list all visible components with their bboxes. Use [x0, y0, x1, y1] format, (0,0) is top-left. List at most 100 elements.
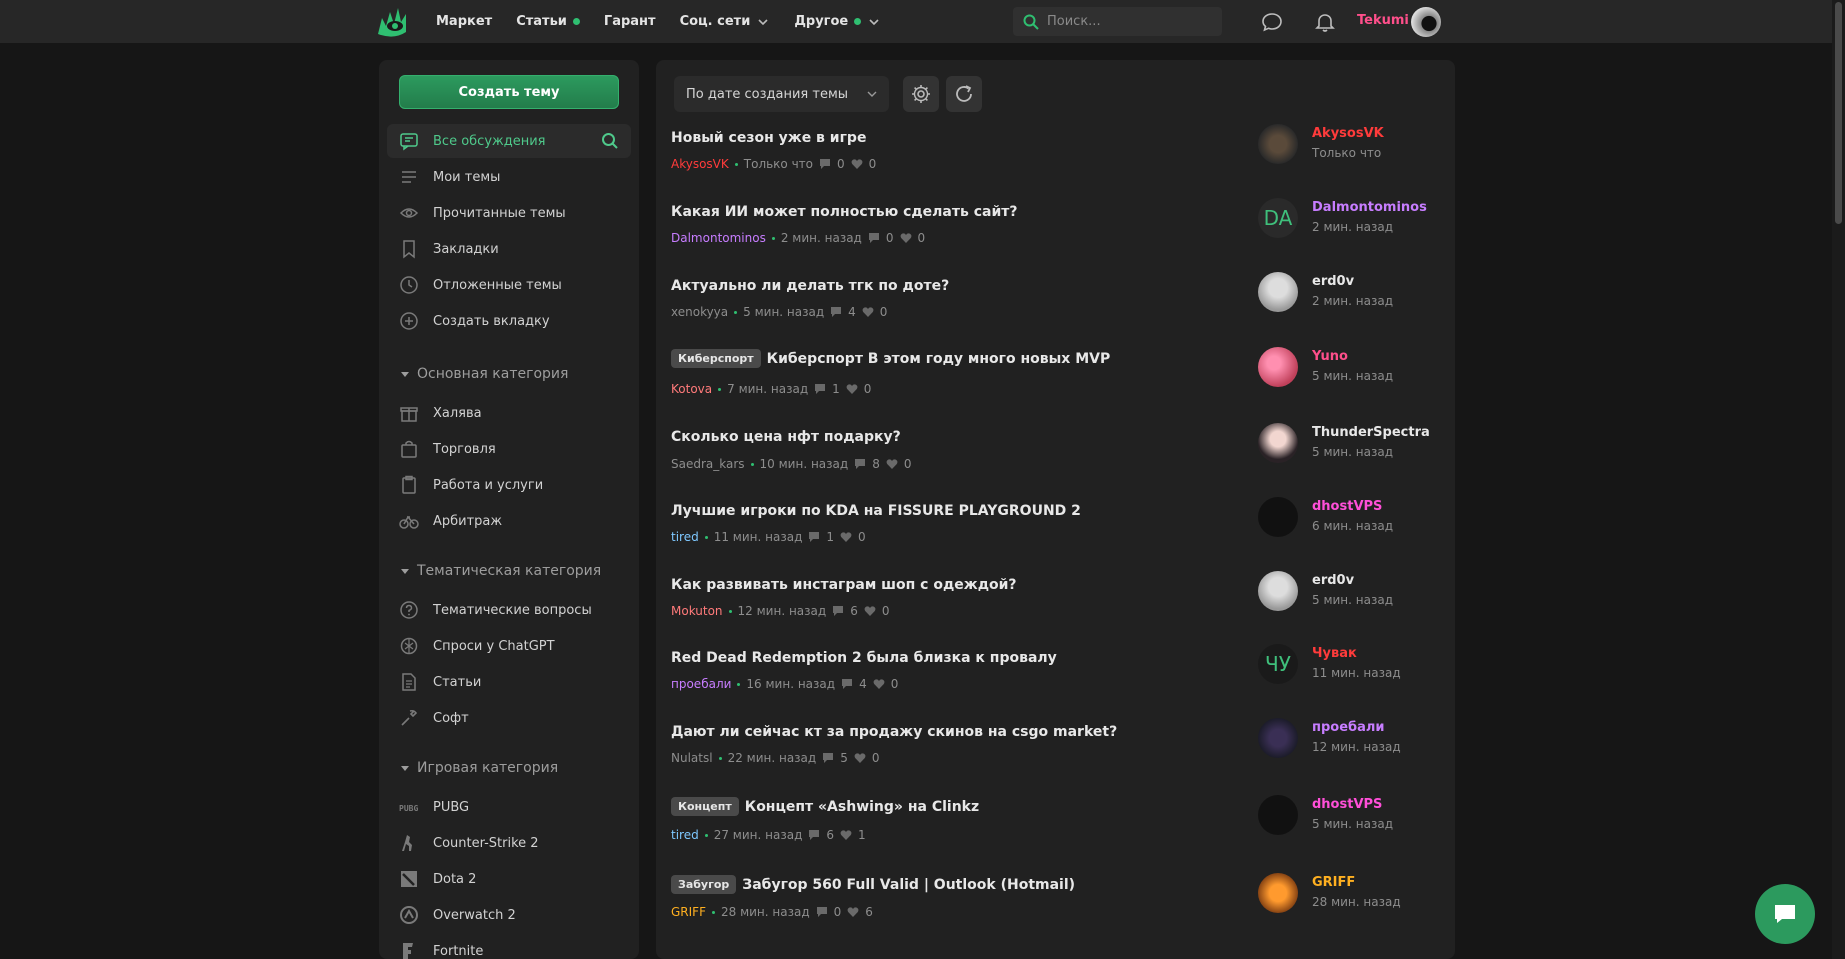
thread-author[interactable]: Mokuton — [671, 604, 723, 618]
search-input[interactable] — [1047, 14, 1207, 29]
sidebar-item-fortnite[interactable]: Fortnite — [387, 934, 631, 959]
thread-title-text[interactable]: Актуально ли делать тгк по доте? — [671, 278, 949, 294]
thread-author[interactable]: Saedra_kars — [671, 457, 745, 471]
nav-item-other[interactable]: Другое — [794, 14, 881, 29]
thread-title[interactable]: Концепт Концепт «Ashwing» на Clinkz — [671, 797, 979, 816]
last-poster-name[interactable]: ThunderSpectra — [1312, 425, 1430, 440]
create-thread-button[interactable]: Создать тему — [399, 75, 619, 109]
thread-title[interactable]: Актуально ли делать тгк по доте? — [671, 278, 949, 294]
thread-title[interactable]: Как развивать инстаграм шоп с одеждой? — [671, 577, 1017, 593]
sidebar-item-software[interactable]: Софт — [387, 701, 631, 735]
sidebar-item-arbitrage[interactable]: Арбитраж — [387, 504, 631, 538]
thread-row[interactable]: Новый сезон уже в игре AkysosVK Только что… — [656, 120, 1455, 194]
page-scrollbar[interactable] — [1832, 0, 1845, 959]
avatar[interactable] — [1258, 124, 1298, 164]
sidebar-item-trade[interactable]: Торговля — [387, 432, 631, 466]
thread-row[interactable]: Какая ИИ может полностью сделать сайт? Da… — [656, 194, 1455, 268]
current-username[interactable]: Tekumi — [1357, 13, 1409, 28]
nav-item-guarantor[interactable]: Гарант — [604, 14, 656, 29]
last-poster-name[interactable]: dhostVPS — [1312, 797, 1382, 812]
thread-row[interactable]: Концепт Концепт «Ashwing» на Clinkz tired 2… — [656, 791, 1455, 865]
thread-author[interactable]: xenokyya — [671, 305, 728, 319]
sidebar-item-questions[interactable]: Тематические вопросы — [387, 593, 631, 627]
thread-author[interactable]: проебали — [671, 677, 731, 691]
thread-title[interactable]: Новый сезон уже в игре — [671, 130, 866, 146]
category-header-thematic[interactable]: Тематическая категория — [401, 563, 601, 579]
avatar[interactable] — [1258, 718, 1298, 758]
thread-row[interactable]: Red Dead Redemption 2 была близка к пров… — [656, 640, 1455, 714]
thread-author[interactable]: AkysosVK — [671, 157, 729, 171]
nav-item-social[interactable]: Соц. сети — [680, 14, 771, 29]
avatar[interactable]: DA — [1258, 198, 1298, 238]
thread-row[interactable]: Лучшие игроки по KDA на FISSURE PLAYGROU… — [656, 493, 1455, 567]
avatar[interactable] — [1258, 423, 1298, 463]
thread-author[interactable]: GRIFF — [671, 905, 706, 919]
sidebar-item-deferred[interactable]: Отложенные темы — [387, 268, 631, 302]
thread-author[interactable]: Nulatsl — [671, 751, 713, 765]
last-poster-name[interactable]: erd0v — [1312, 573, 1354, 588]
thread-author[interactable]: tired — [671, 530, 699, 544]
last-poster-name[interactable]: AkysosVK — [1312, 126, 1384, 141]
search-icon[interactable] — [601, 132, 619, 150]
thread-title[interactable]: Red Dead Redemption 2 была близка к пров… — [671, 650, 1057, 666]
sidebar-item-my-threads[interactable]: Мои темы — [387, 160, 631, 194]
chat-button[interactable] — [1755, 884, 1815, 944]
scrollbar-thumb[interactable] — [1835, 2, 1842, 224]
avatar[interactable] — [1258, 497, 1298, 537]
thread-title-text[interactable]: Концепт «Ashwing» на Clinkz — [745, 799, 979, 815]
thread-title[interactable]: Сколько цена нфт подарку? — [671, 429, 901, 445]
thread-title-text[interactable]: Киберспорт В этом году много новых MVP — [767, 351, 1111, 367]
last-poster-name[interactable]: Dalmontominos — [1312, 200, 1427, 215]
thread-title[interactable]: Дают ли сейчас кт за продажу скинов на c… — [671, 724, 1117, 740]
thread-title[interactable]: Киберспорт Киберспорт В этом году много н… — [671, 349, 1110, 368]
thread-title-text[interactable]: Забугор 560 Full Valid | Outlook (Hotmai… — [742, 877, 1075, 893]
thread-row[interactable]: Дают ли сейчас кт за продажу скинов на c… — [656, 714, 1455, 788]
thread-author[interactable]: Dalmontominos — [671, 231, 766, 245]
avatar[interactable] — [1258, 873, 1298, 913]
sidebar-item-bookmarks[interactable]: Закладки — [387, 232, 631, 266]
last-poster-name[interactable]: Yuno — [1312, 349, 1348, 364]
user-avatar[interactable] — [1411, 7, 1441, 37]
thread-row[interactable]: Актуально ли делать тгк по доте? xenokyya… — [656, 268, 1455, 342]
avatar[interactable]: ЧУ — [1258, 644, 1298, 684]
nav-item-articles[interactable]: Статьи — [516, 14, 580, 29]
thread-row[interactable]: Как развивать инстаграм шоп с одеждой? Mo… — [656, 567, 1455, 641]
sidebar-item-overwatch2[interactable]: Overwatch 2 — [387, 898, 631, 932]
bell-icon[interactable] — [1313, 10, 1337, 34]
thread-title-text[interactable]: Сколько цена нфт подарку? — [671, 429, 901, 445]
sidebar-item-pubg[interactable]: PUBG PUBG — [387, 790, 631, 824]
last-poster-name[interactable]: erd0v — [1312, 274, 1354, 289]
thread-author[interactable]: tired — [671, 828, 699, 842]
settings-button[interactable] — [903, 76, 939, 112]
category-header-games[interactable]: Игровая категория — [401, 760, 558, 776]
thread-title[interactable]: Забугор Забугор 560 Full Valid | Outlook … — [671, 875, 1075, 894]
thread-prefix-badge[interactable]: Киберспорт — [671, 349, 761, 368]
sidebar-item-dota2[interactable]: Dota 2 — [387, 862, 631, 896]
last-poster-name[interactable]: Чувак — [1312, 646, 1357, 661]
last-poster-name[interactable]: dhostVPS — [1312, 499, 1382, 514]
sidebar-item-jobs[interactable]: Работа и услуги — [387, 468, 631, 502]
sidebar-item-cs2[interactable]: Counter-Strike 2 — [387, 826, 631, 860]
thread-title-text[interactable]: Лучшие игроки по KDA на FISSURE PLAYGROU… — [671, 503, 1081, 519]
thread-author[interactable]: Kotova — [671, 382, 712, 396]
refresh-button[interactable] — [946, 76, 982, 112]
sidebar-item-chatgpt[interactable]: Спроси у ChatGPT — [387, 629, 631, 663]
sidebar-item-articles[interactable]: Статьи — [387, 665, 631, 699]
thread-prefix-badge[interactable]: Забугор — [671, 875, 737, 894]
thread-title-text[interactable]: Новый сезон уже в игре — [671, 130, 866, 146]
thread-title-text[interactable]: Какая ИИ может полностью сделать сайт? — [671, 204, 1018, 220]
thread-row[interactable]: Киберспорт Киберспорт В этом году много н… — [656, 343, 1455, 417]
sidebar-item-create-tab[interactable]: Создать вкладку — [387, 304, 631, 338]
sort-dropdown[interactable]: По дате создания темы — [674, 76, 889, 112]
avatar[interactable] — [1258, 347, 1298, 387]
last-poster-name[interactable]: GRIFF — [1312, 875, 1355, 890]
category-header-main[interactable]: Основная категория — [401, 366, 568, 382]
logo-icon[interactable] — [376, 4, 412, 38]
nav-item-market[interactable]: Маркет — [436, 14, 492, 29]
avatar[interactable] — [1258, 571, 1298, 611]
sidebar-item-all-discussions[interactable]: Все обсуждения — [387, 124, 631, 158]
thread-title[interactable]: Лучшие игроки по KDA на FISSURE PLAYGROU… — [671, 503, 1081, 519]
messages-icon[interactable] — [1260, 10, 1284, 34]
thread-row[interactable]: Забугор Забугор 560 Full Valid | Outlook … — [656, 869, 1455, 943]
avatar[interactable] — [1258, 795, 1298, 835]
